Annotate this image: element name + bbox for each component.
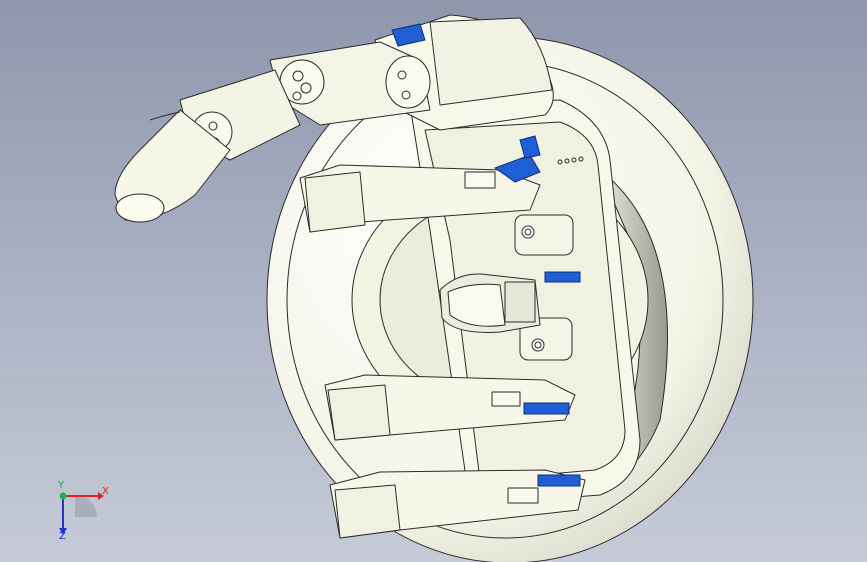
z-axis-label: Z <box>59 531 66 542</box>
y-axis-dot <box>59 492 67 500</box>
cad-3d-viewport[interactable]: X Y Z <box>0 0 867 562</box>
y-axis-label: Y <box>58 480 65 491</box>
robotic-hand-model[interactable] <box>0 0 867 562</box>
x-axis-label: X <box>102 486 109 497</box>
